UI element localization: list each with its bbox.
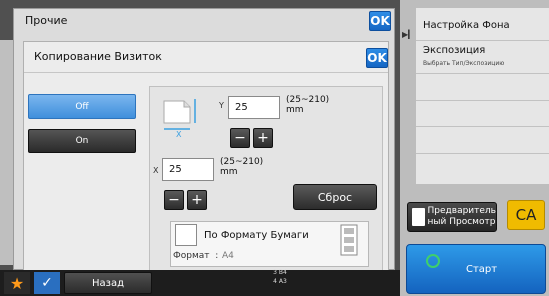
y-axis-label: Y bbox=[219, 101, 224, 110]
menu-divider bbox=[416, 73, 549, 74]
y-range-unit: mm bbox=[286, 105, 304, 115]
left-edge-strip bbox=[0, 40, 13, 265]
preview-label: Предваритель ный Просмотр bbox=[427, 206, 496, 227]
paper-tray-indicator: 3 B4 4 A3 bbox=[258, 268, 302, 296]
y-plus-button[interactable]: + bbox=[253, 128, 273, 148]
x-plus-button[interactable]: + bbox=[187, 190, 207, 210]
title-divider bbox=[24, 72, 388, 73]
menu-item-exposure[interactable]: Экспозиция bbox=[423, 45, 485, 56]
fit-paper-label: По Формату Бумаги bbox=[204, 230, 309, 241]
x-range-line: (25~210) bbox=[220, 157, 264, 167]
card-copy-title: Копирование Визиток bbox=[34, 50, 162, 63]
fit-paper-checkbox[interactable] bbox=[175, 224, 197, 246]
menu-divider bbox=[416, 40, 549, 41]
menu-item-exposure-sub: Выбрать Тип/Экспозицию bbox=[423, 60, 505, 67]
x-range-text: (25~210) mm bbox=[220, 157, 263, 177]
x-axis-label: X bbox=[153, 166, 159, 175]
menu-divider bbox=[416, 126, 549, 127]
menu-item-background[interactable]: Настройка Фона bbox=[423, 20, 510, 31]
preview-button[interactable]: Предваритель ный Просмотр bbox=[407, 202, 497, 232]
other-dialog-title: Прочие bbox=[25, 14, 68, 27]
paper-layout-icon bbox=[340, 224, 358, 256]
preview-icon bbox=[412, 208, 425, 226]
format-label: Формат : bbox=[173, 251, 218, 261]
x-size-input[interactable]: 25 bbox=[162, 158, 214, 181]
y-minus-button[interactable]: − bbox=[230, 128, 250, 148]
start-icon bbox=[426, 254, 440, 268]
star-icon[interactable]: ★ bbox=[4, 272, 30, 294]
clear-all-button[interactable]: CA bbox=[507, 200, 545, 230]
check-icon[interactable]: ✓ bbox=[34, 272, 60, 294]
on-button[interactable]: On bbox=[28, 129, 136, 153]
off-button[interactable]: Off bbox=[28, 94, 136, 119]
tray-3: 3 B4 bbox=[273, 269, 287, 276]
back-button[interactable]: Назад bbox=[64, 272, 152, 294]
y-range-line: (25~210) bbox=[286, 95, 330, 105]
x-minus-button[interactable]: − bbox=[164, 190, 184, 210]
business-card-size-icon bbox=[163, 99, 196, 130]
tray-4: 4 A3 bbox=[273, 278, 287, 285]
card-copy-ok-button[interactable]: OK bbox=[366, 48, 388, 68]
menu-divider bbox=[416, 153, 549, 154]
format-value: A4 bbox=[222, 251, 234, 261]
bottom-bar bbox=[0, 270, 400, 296]
x-range-unit: mm bbox=[220, 167, 238, 177]
menu-divider bbox=[416, 100, 549, 101]
y-range-text: (25~210) mm bbox=[286, 95, 329, 115]
other-ok-button[interactable]: OK bbox=[369, 11, 391, 31]
y-size-input[interactable]: 25 bbox=[228, 96, 280, 119]
right-menu bbox=[416, 8, 549, 184]
reset-button[interactable]: Сброс bbox=[293, 184, 377, 210]
collapse-arrow-icon[interactable]: ▶▎ bbox=[402, 30, 414, 39]
start-label: Старт bbox=[466, 264, 498, 275]
x-axis-icon-label: X bbox=[176, 130, 182, 139]
format-label-text: Формат bbox=[173, 251, 210, 261]
format-separator: : bbox=[215, 251, 219, 261]
